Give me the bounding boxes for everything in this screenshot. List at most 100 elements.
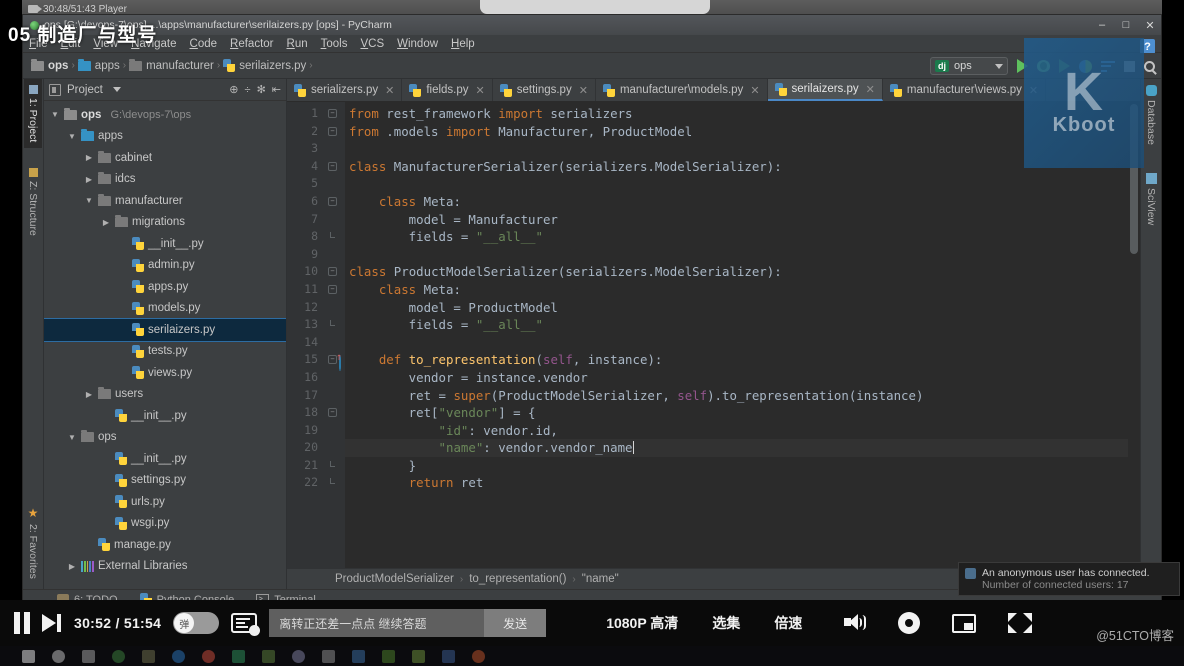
intention-bulb-icon[interactable] [331,441,342,454]
menu-item-help[interactable]: Help [451,38,475,50]
code-content[interactable]: from rest_framework import serializers fr… [345,102,1140,568]
tree-item[interactable]: __init__.py [44,405,286,427]
breadcrumb-item[interactable]: ops [31,58,68,72]
app-icon[interactable] [382,649,395,663]
app-icon[interactable] [292,649,305,663]
code-line[interactable] [345,246,1140,264]
app-icon[interactable] [322,649,335,663]
app-icon[interactable] [262,649,275,663]
episodes-button[interactable]: 选集 [712,613,740,633]
tree-item[interactable]: manage.py [44,534,286,556]
quality-button[interactable]: 1080P 高清 [606,613,678,633]
code-line[interactable]: fields = "__all__" [345,228,1140,246]
editor-breadcrumb-item[interactable]: ProductModelSerializer [335,573,454,585]
fold-marker[interactable]: − [328,109,337,118]
code-line[interactable]: ret["vendor"] = { [345,404,1140,422]
sidebar-tab-sciview[interactable]: SciView [1142,167,1160,231]
fold-end-marker[interactable] [330,232,335,239]
chrome-icon[interactable] [202,649,215,663]
hide-panel-icon[interactable]: ⇤ [272,83,281,96]
tree-item[interactable]: users [44,384,286,406]
fullscreen-icon[interactable] [1008,613,1033,633]
speed-button[interactable]: 倍速 [774,613,802,633]
app-icon[interactable] [232,649,245,663]
volume-icon[interactable] [844,613,867,633]
tree-item[interactable]: ops [44,427,286,449]
code-line[interactable]: class ProductModelSerializer(serializers… [345,263,1140,281]
code-line[interactable] [345,140,1140,158]
tree-item[interactable]: cabinet [44,147,286,169]
code-line[interactable]: } [345,457,1140,475]
code-line[interactable]: class Meta: [345,193,1140,211]
menu-item-run[interactable]: Run [287,38,308,50]
editor-tab[interactable]: manufacturer\models.py ✕ [596,79,768,101]
chevron-open-icon[interactable] [67,132,77,141]
tree-item[interactable]: settings.py [44,470,286,492]
gear-icon[interactable]: ✻ [257,83,266,96]
sidebar-tab-project[interactable]: 1: Project [24,79,42,149]
tree-item[interactable]: idcs [44,169,286,191]
code-line[interactable] [345,175,1140,193]
tree-item[interactable]: admin.py [44,255,286,277]
app-icon[interactable] [412,649,425,663]
tree-item[interactable]: apps [44,126,286,148]
start-icon[interactable] [22,649,35,663]
fold-end-marker[interactable] [330,320,335,327]
editor-breadcrumb-item[interactable]: to_representation() [469,573,566,585]
pause-icon[interactable] [14,612,30,634]
app-icon[interactable] [142,649,155,663]
menu-item-window[interactable]: Window [397,38,438,50]
chevron-open-icon[interactable] [67,433,77,442]
close-icon[interactable]: ✕ [866,83,875,96]
sidebar-tab-favorites[interactable]: ★ 2: Favorites [23,500,43,585]
project-tree[interactable]: ops G:\devops-7\ops apps cabinet idcs manufac… [44,101,286,589]
gear-icon[interactable] [898,612,921,634]
collapse-all-icon[interactable]: ÷ [245,84,251,96]
minimize-button[interactable]: – [1095,19,1109,31]
editor-tab[interactable]: manufacturer\views.py✕ [883,79,1047,101]
tree-item[interactable]: views.py [44,362,286,384]
chevron-closed-icon[interactable] [101,218,111,227]
editor-tab[interactable]: fields.py ✕ [402,79,493,101]
app-icon[interactable] [442,649,455,663]
tree-item[interactable]: __init__.py [44,233,286,255]
fold-end-marker[interactable] [330,460,335,467]
code-line[interactable]: vendor = instance.vendor [345,369,1140,387]
menu-item-tools[interactable]: Tools [321,38,348,50]
chevron-open-icon[interactable] [84,196,94,205]
editor-scrollbar[interactable] [1128,102,1140,568]
chevron-closed-icon[interactable] [84,153,94,162]
code-line[interactable]: ret = super(ProductModelSerializer, self… [345,387,1140,405]
locate-icon[interactable]: ⊕ [229,83,238,96]
code-line[interactable]: fields = "__all__" [345,316,1140,334]
fold-marker[interactable]: − [328,126,337,136]
fold-marker[interactable]: − [328,161,337,171]
player-drag-handle[interactable] [480,0,710,14]
code-line[interactable]: return ret [345,474,1140,492]
code-line[interactable]: model = ProductModel [345,299,1140,317]
next-episode-icon[interactable] [42,614,62,632]
code-line[interactable]: "id": vendor.id, [345,422,1140,440]
tree-item[interactable]: serilaizers.py [44,318,286,342]
code-line[interactable]: model = Manufacturer [345,211,1140,229]
search-icon[interactable] [1144,60,1155,72]
fold-end-marker[interactable] [330,478,335,485]
tree-item[interactable]: models.py [44,298,286,320]
tree-item[interactable]: External Libraries [44,556,286,578]
menu-item-code[interactable]: Code [190,38,218,50]
picture-in-picture-icon[interactable] [952,613,977,633]
app-icon[interactable] [112,649,125,663]
tree-item[interactable]: __init__.py [44,448,286,470]
tree-item[interactable]: ops G:\devops-7\ops [44,104,286,126]
code-line[interactable]: class Meta: [345,281,1140,299]
comment-input[interactable]: 离转正还差一点点 继续答题 [269,615,484,632]
close-icon[interactable]: ✕ [579,84,588,97]
code-line[interactable]: "name": vendor.vendor_name [345,439,1140,457]
menu-item-refactor[interactable]: Refactor [230,38,273,50]
fold-marker[interactable]: − [328,408,337,418]
fold-marker[interactable]: − [328,284,337,294]
fold-marker[interactable]: − [328,267,337,277]
chevron-closed-icon[interactable] [67,562,77,571]
close-icon[interactable]: ✕ [750,84,759,97]
chevron-open-icon[interactable] [50,110,60,119]
